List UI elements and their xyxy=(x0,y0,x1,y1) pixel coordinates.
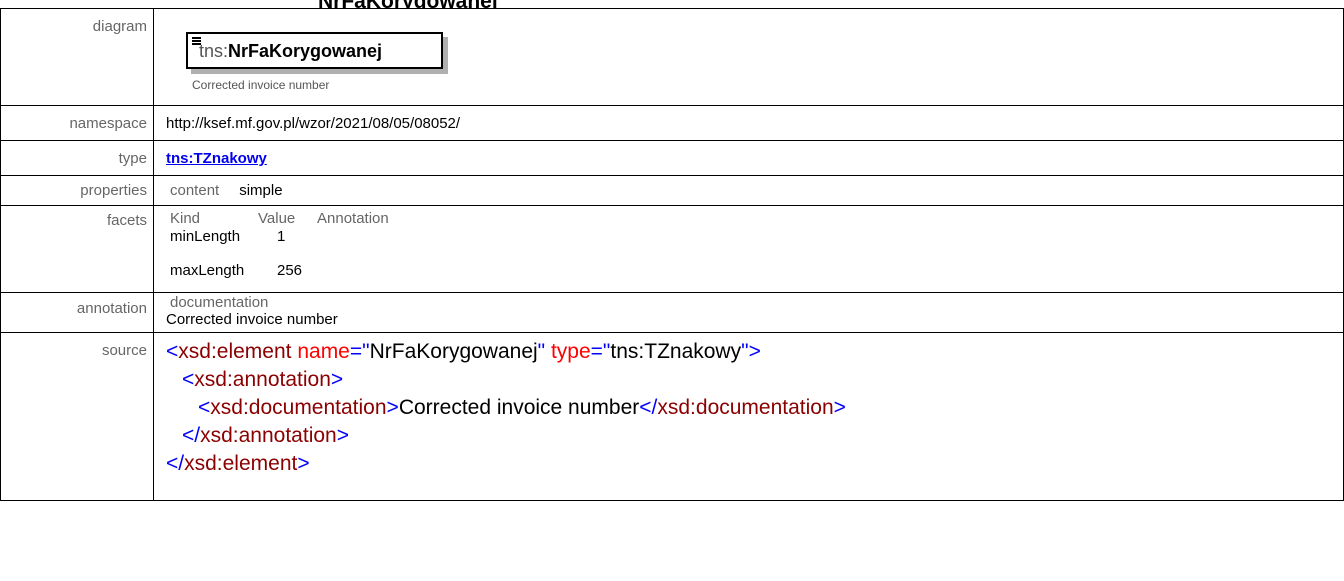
row-label-facets: facets xyxy=(0,205,154,293)
row-label-properties: properties xyxy=(0,175,154,206)
element-prefix: tns: xyxy=(199,41,229,61)
annotation-text: Corrected invoice number xyxy=(166,311,338,328)
row-source: source <xsd:element name="NrFaKorygowane… xyxy=(0,332,1344,501)
bracket: </ xyxy=(166,452,185,475)
row-annotation: annotation documentation Corrected invoi… xyxy=(0,292,1344,333)
element-box[interactable]: tns:NrFaKorygowanej xyxy=(186,32,443,69)
row-type: type tns:TZnakowy xyxy=(0,140,1344,176)
facet-kind: maxLength xyxy=(170,262,245,279)
facet-header-annotation: Annotation xyxy=(317,210,389,227)
label-text: namespace xyxy=(69,115,147,132)
tag: xsd:documentation xyxy=(657,396,834,419)
bracket: =" xyxy=(349,340,370,363)
bracket: > xyxy=(833,396,846,419)
facet-value: 256 xyxy=(277,262,303,279)
annotation-cell: documentation Corrected invoice number xyxy=(153,292,1344,333)
row-namespace: namespace http://ksef.mf.gov.pl/wzor/202… xyxy=(0,105,1344,141)
diagram: tns:NrFaKorygowanej Corrected invoice nu… xyxy=(166,9,1343,105)
source-code: <xsd:element name="NrFaKorygowanej" type… xyxy=(166,333,1343,478)
text-content: Corrected invoice number xyxy=(398,396,640,419)
tag: xsd:documentation xyxy=(210,396,387,419)
bracket: =" xyxy=(590,340,611,363)
row-label-namespace: namespace xyxy=(0,105,154,141)
row-label-annotation: annotation xyxy=(0,292,154,333)
source-line: <xsd:element name="NrFaKorygowanej" type… xyxy=(166,338,1343,366)
row-label-type: type xyxy=(0,140,154,176)
label-text: annotation xyxy=(76,300,147,317)
namespace-value: http://ksef.mf.gov.pl/wzor/2021/08/05/08… xyxy=(166,115,461,132)
bracket: < xyxy=(182,368,195,391)
row-diagram: diagram tns:NrFaKorygowanej Corrected in… xyxy=(0,8,1344,106)
attr-value: tns:TZnakowy xyxy=(610,340,742,363)
source-cell: <xsd:element name="NrFaKorygowanej" type… xyxy=(153,332,1344,501)
row-properties: properties content simple xyxy=(0,175,1344,206)
bracket: < xyxy=(198,396,211,419)
element-name-text: NrFaKorygowanej xyxy=(228,41,383,61)
row-label-diagram: diagram xyxy=(0,8,154,106)
facet-value: 1 xyxy=(277,228,286,245)
row-facets: facets Kind Value Annotation minLength 1… xyxy=(0,205,1344,293)
label-text: source xyxy=(101,342,147,359)
facet-header-value: Value xyxy=(258,210,296,227)
bracket: > xyxy=(336,424,349,447)
bracket: </ xyxy=(182,424,201,447)
label-text: properties xyxy=(80,182,147,199)
facet-kind: minLength xyxy=(170,228,241,245)
property-key: content xyxy=(170,182,220,199)
tag: xsd:element xyxy=(178,340,292,363)
element-name: tns:NrFaKorygowanej xyxy=(199,41,382,62)
attr: type xyxy=(545,340,591,363)
attr-value: NrFaKorygowanej xyxy=(369,340,538,363)
tag: xsd:element xyxy=(184,452,298,475)
attr: name xyxy=(291,340,350,363)
bracket: < xyxy=(166,340,179,363)
annotation-heading: documentation xyxy=(170,294,269,311)
type-cell: tns:TZnakowy xyxy=(153,140,1344,176)
bracket: </ xyxy=(639,396,658,419)
tag: xsd:annotation xyxy=(194,368,331,391)
facet-header-kind: Kind xyxy=(170,210,201,227)
source-line: <xsd:documentation>Corrected invoice num… xyxy=(166,394,1343,422)
source-line: <xsd:annotation> xyxy=(166,366,1343,394)
bracket: > xyxy=(330,368,344,391)
row-label-source: source xyxy=(0,332,154,501)
bracket: > xyxy=(297,452,310,475)
label-text: facets xyxy=(106,212,147,229)
source-line: </xsd:element> xyxy=(166,450,1343,478)
tag: xsd:annotation xyxy=(200,424,337,447)
bracket: "> xyxy=(741,340,761,363)
type-link[interactable]: tns:TZnakowy xyxy=(166,150,267,167)
diagram-note: Corrected invoice number xyxy=(192,78,330,92)
diagram-cell: tns:NrFaKorygowanej Corrected invoice nu… xyxy=(153,8,1344,106)
namespace-cell: http://ksef.mf.gov.pl/wzor/2021/08/05/08… xyxy=(153,105,1344,141)
label-text: type xyxy=(118,150,147,167)
source-line: </xsd:annotation> xyxy=(166,422,1343,450)
bracket: > xyxy=(386,396,399,419)
facets-table: Kind Value Annotation minLength 1 maxLen… xyxy=(166,206,1343,292)
facets-cell: Kind Value Annotation minLength 1 maxLen… xyxy=(153,205,1344,293)
element-doc-table: diagram tns:NrFaKorygowanej Corrected in… xyxy=(0,8,1344,501)
property-value: simple xyxy=(239,182,283,199)
label-text: diagram xyxy=(92,18,147,35)
properties-cell: content simple xyxy=(153,175,1344,206)
